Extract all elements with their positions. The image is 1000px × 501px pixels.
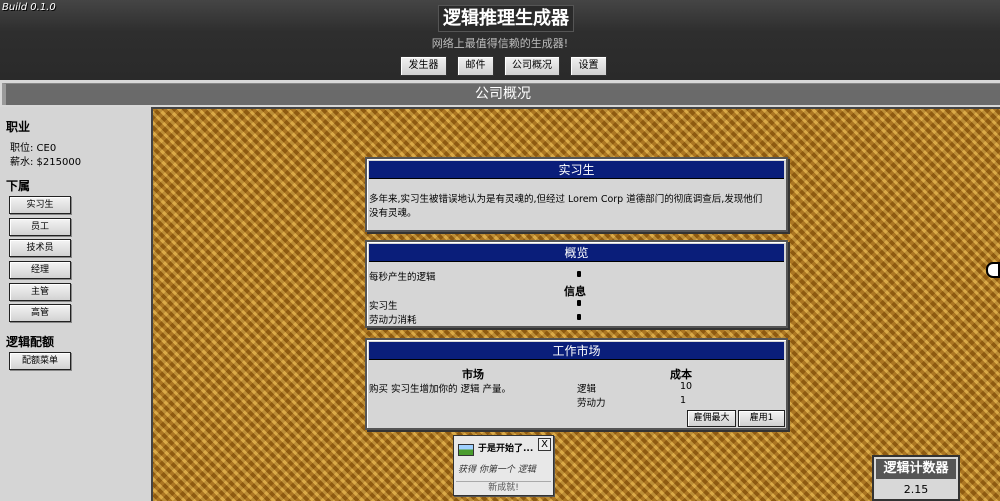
job-market-panel: 工作市场 市场 成本 购买 实习生增加你的 逻辑 产量。 逻辑 10 劳动力 1… [365,338,788,430]
achievement-title: 于是开始了... [478,444,534,454]
role-executive-button[interactable]: 高管 [9,304,71,322]
overview-panel: 概览 每秒产生的逻辑 信息 实习生 劳动力消耗 [365,240,788,328]
labor-cost-market-label: 劳动力 [577,398,606,409]
interns-count-label: 实习生 [369,301,398,312]
position-text: 职位: CE0 [10,143,57,154]
hire-one-button[interactable]: 雇用1 [738,410,785,427]
intern-panel-title: 实习生 [369,161,784,179]
close-icon[interactable]: X [538,438,551,451]
role-technician-button[interactable]: 技术员 [9,239,71,257]
labor-cost-label: 劳动力消耗 [369,315,417,326]
intern-description-line1: 多年来,实习生被错误地认为是有灵魂的,但经过 Lorem Corp 道德部门的彻… [369,194,763,205]
nav-settings-button[interactable]: 设置 [570,56,607,76]
role-intern-button[interactable]: 实习生 [9,196,71,214]
section-title: 公司概况 [2,83,1000,105]
app-title: 逻辑推理生成器 [438,5,574,32]
intern-description-line2: 没有灵魂。 [369,208,417,219]
logic-counter-label: 逻辑计数器 [876,459,956,479]
nav-mail-button[interactable]: 邮件 [457,56,494,76]
info-heading: 信息 [564,285,586,298]
achievement-footer: 新成就! [456,481,551,494]
achievement-body: 获得 你第一个 逻辑 [458,465,536,475]
logic-cost-value: 10 [680,381,693,392]
cost-heading: 成本 [670,368,692,381]
logic-counter-value: 2.15 [903,483,929,496]
role-manager-button[interactable]: 经理 [9,261,71,279]
app-subtitle: 网络上最值得信赖的生成器! [431,37,569,50]
hire-max-button[interactable]: 雇佣最大 [687,410,736,427]
logic-counter: 逻辑计数器 2.15 [872,455,960,501]
role-employee-button[interactable]: 员工 [9,218,71,236]
salary-text: 薪水: $215000 [10,157,82,168]
buy-description: 购买 实习生增加你的 逻辑 产量。 [369,384,512,395]
logic-quota-heading: 逻辑配额 [6,335,55,349]
nav-company-button[interactable]: 公司概况 [504,56,560,76]
quota-menu-button[interactable]: 配额菜单 [9,352,71,370]
interns-count-value [577,300,581,306]
achievement-icon [458,444,474,456]
job-market-panel-title: 工作市场 [369,342,784,360]
logic-cost-label: 逻辑 [577,384,597,395]
header: Build 0.1.0 逻辑推理生成器 网络上最值得信赖的生成器! 发生器 邮件… [0,0,1000,80]
market-heading: 市场 [462,368,484,381]
nav-generator-button[interactable]: 发生器 [400,56,447,76]
career-heading: 职业 [6,120,31,134]
labor-cost-value [577,314,581,320]
labor-cost-market-value: 1 [680,395,687,406]
logic-per-second-label: 每秒产生的逻辑 [369,272,436,283]
achievement-notification: 于是开始了... X 获得 你第一个 逻辑 新成就! [453,435,554,496]
subordinates-heading: 下属 [6,179,31,193]
logic-per-second-value [577,271,581,277]
sidebar: 职业 职位: CE0 薪水: $215000 下属 实习生 员工 技术员 经理 … [0,107,151,501]
intern-panel: 实习生 多年来,实习生被错误地认为是有灵魂的,但经过 Lorem Corp 道德… [365,157,788,232]
chat-icon[interactable] [986,262,1000,278]
build-label: Build 0.1.0 [2,2,56,13]
role-supervisor-button[interactable]: 主管 [9,283,71,301]
overview-panel-title: 概览 [369,244,784,262]
